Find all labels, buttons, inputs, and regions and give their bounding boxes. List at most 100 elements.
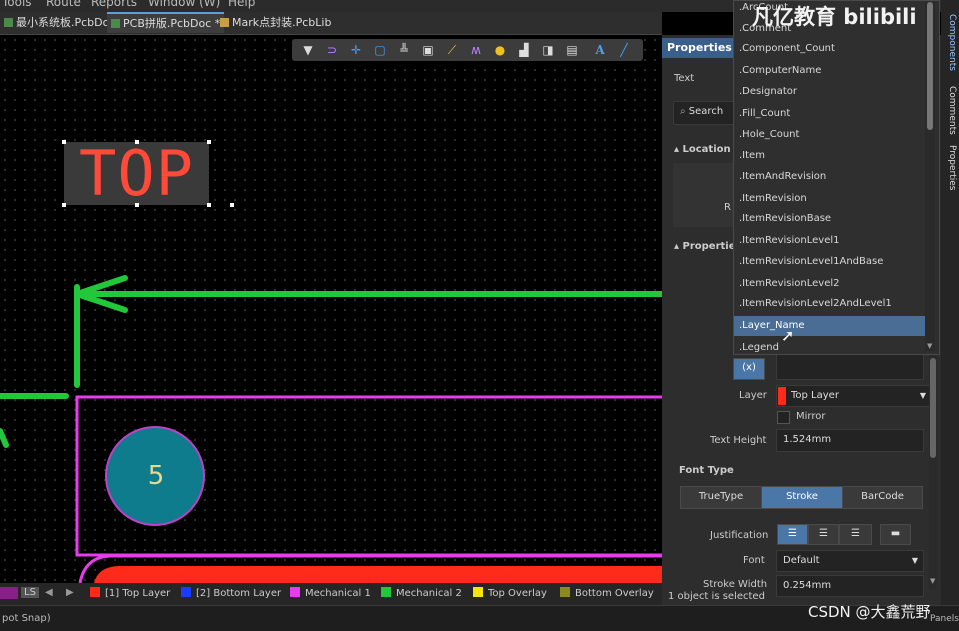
- font-select[interactable]: Default ▼: [776, 550, 924, 572]
- dropdown-scroll-thumb[interactable]: [927, 2, 933, 130]
- search-placeholder: Search: [688, 106, 724, 117]
- arc-icon[interactable]: ʍ: [468, 42, 484, 58]
- justify-center-button[interactable]: ☰: [808, 524, 839, 545]
- dropdown-item[interactable]: .ItemRevisionLevel2: [734, 274, 929, 294]
- align-icon[interactable]: ╩: [396, 42, 412, 58]
- active-bar-toolbar: ▼ ⊃ ✛ ▢ ╩ ▣ ⟋ ʍ ● ▟ ◨ ▤ A ╱: [292, 39, 643, 61]
- justify-right-button[interactable]: ☰: [839, 524, 872, 545]
- pcb-canvas[interactable]: TOP 5: [0, 35, 662, 583]
- fill-icon[interactable]: ▟: [516, 42, 532, 58]
- layer-tab-top[interactable]: [1] Top Layer: [90, 587, 170, 599]
- side-tab-comments[interactable]: Comments: [943, 86, 957, 135]
- layer-tab-mech2[interactable]: Mechanical 2: [381, 587, 462, 599]
- side-tab-components[interactable]: Components: [943, 14, 957, 71]
- menu-window[interactable]: Window (W): [148, 0, 220, 9]
- location-stub: R: [724, 202, 731, 213]
- layer-scroll-right-icon[interactable]: ▶: [66, 587, 74, 598]
- dropdown-item[interactable]: .Designator: [734, 82, 929, 102]
- mirror-checkbox[interactable]: [777, 411, 790, 424]
- stroke-width-input[interactable]: 0.254mm: [776, 575, 924, 597]
- panels-button[interactable]: Panels: [930, 614, 959, 624]
- stroke-button[interactable]: Stroke: [761, 486, 843, 509]
- dropdown-item[interactable]: .ItemRevisionLevel2AndLevel1: [734, 294, 929, 314]
- dropdown-item-selected[interactable]: .Layer_Name: [734, 316, 929, 336]
- dropdown-item[interactable]: .ItemRevision: [734, 189, 929, 209]
- barcode-button[interactable]: BarCode: [842, 486, 923, 509]
- search-input[interactable]: ⌕ Search: [673, 101, 739, 125]
- route-icon[interactable]: ⊃: [324, 42, 340, 58]
- line-icon[interactable]: ╱: [616, 42, 632, 58]
- menu-route[interactable]: Route: [46, 0, 81, 9]
- align-right-icon: ☰: [851, 528, 860, 539]
- chevron-down-icon: ▼: [911, 556, 918, 565]
- layer-scroll-left-icon[interactable]: ◀: [45, 587, 53, 598]
- filter-icon[interactable]: ▼: [300, 42, 316, 58]
- side-tab-properties[interactable]: Properties: [943, 145, 957, 190]
- green-route[interactable]: [0, 275, 662, 448]
- dropdown-item[interactable]: .Legend: [734, 338, 929, 354]
- dropdown-item[interactable]: .Hole_Count: [734, 125, 929, 145]
- layer-tab-top-overlay[interactable]: Top Overlay: [473, 587, 547, 599]
- select-rect-icon[interactable]: ▢: [372, 42, 388, 58]
- pcb-doc-icon: [111, 19, 120, 28]
- text-height-value: 1.524mm: [783, 434, 832, 445]
- top-text-object[interactable]: TOP: [64, 135, 209, 213]
- interactive-route-icon[interactable]: ⟋: [444, 42, 460, 58]
- layer-color-swatch: [381, 587, 391, 597]
- parameter-dropdown[interactable]: .ArcCount .Comment .Component_Count .Com…: [733, 0, 940, 355]
- dropdown-item[interactable]: .Item: [734, 146, 929, 166]
- layer-name: Bottom Overlay: [575, 588, 654, 599]
- stroke-width-label: Stroke Width: [703, 579, 768, 590]
- layer-tab-bottom-overlay[interactable]: Bottom Overlay: [560, 587, 654, 599]
- top-layer-fill: [94, 566, 662, 583]
- text-height-input[interactable]: 1.524mm: [776, 429, 924, 452]
- layer-color-swatch: [560, 587, 570, 597]
- layer-color-swatch: [90, 587, 100, 597]
- dropdown-item[interactable]: .ItemRevisionBase: [734, 209, 929, 229]
- layer-ls-button[interactable]: LS: [21, 587, 39, 598]
- justify-top-button[interactable]: ▬: [880, 524, 911, 545]
- panel-scrollbar[interactable]: [929, 350, 937, 590]
- layer-color-swatch: [181, 587, 191, 597]
- dropdown-item[interactable]: .Fill_Count: [734, 104, 929, 124]
- text-icon[interactable]: A: [592, 42, 608, 58]
- region-icon[interactable]: ◨: [540, 42, 556, 58]
- document-tabs: 最小系统板.PcbDoc PCB拼版.PcbDoc * Mark点封装.PcbL…: [0, 12, 662, 35]
- component-icon[interactable]: ▣: [420, 42, 436, 58]
- truetype-button[interactable]: TrueType: [680, 486, 762, 509]
- section-location[interactable]: ▴ Location: [674, 144, 731, 155]
- dropdown-item[interactable]: .Component_Count: [734, 39, 929, 59]
- layer-color-swatch: [473, 587, 483, 597]
- font-value: Default: [783, 555, 820, 566]
- tab-mark-lib[interactable]: Mark点封装.PcbLib: [216, 12, 335, 33]
- dropdown-item[interactable]: .ItemAndRevision: [734, 167, 929, 187]
- tab-min-system[interactable]: 最小系统板.PcbDoc: [0, 12, 119, 33]
- tab-label: Mark点封装.PcbLib: [232, 16, 332, 29]
- layer-set-swatch[interactable]: [0, 587, 18, 599]
- layer-tab-mech1[interactable]: Mechanical 1: [290, 587, 371, 599]
- snap-status: pot Snap): [2, 613, 51, 624]
- menu-reports[interactable]: Reports: [91, 0, 137, 9]
- graph-icon[interactable]: ▤: [564, 42, 580, 58]
- mirror-label: Mirror: [796, 411, 826, 422]
- menu-tools[interactable]: Tools: [2, 0, 32, 9]
- scroll-down-arrow-icon[interactable]: ▼: [930, 577, 935, 585]
- via-icon[interactable]: ●: [492, 42, 508, 58]
- layer-tab-bottom[interactable]: [2] Bottom Layer: [181, 587, 281, 599]
- section-properties[interactable]: ▴ Properties: [674, 241, 741, 252]
- mouse-cursor-icon: ➚: [781, 326, 795, 345]
- dropdown-item[interactable]: .ComputerName: [734, 61, 929, 81]
- text-value-field[interactable]: [776, 354, 924, 380]
- dropdown-item[interactable]: .ItemRevisionLevel1: [734, 231, 929, 251]
- cross-icon[interactable]: ✛: [348, 42, 364, 58]
- tab-label: PCB拼版.PcbDoc *: [123, 17, 221, 30]
- dropdown-item[interactable]: .ItemRevisionLevel1AndBase: [734, 252, 929, 272]
- fx-button[interactable]: (x): [733, 358, 765, 380]
- dropdown-scroll-down-icon[interactable]: ▼: [927, 342, 932, 350]
- layer-select[interactable]: Top Layer ▼: [776, 385, 932, 407]
- panel-scroll-thumb[interactable]: [930, 358, 936, 458]
- tab-panelization[interactable]: PCB拼版.PcbDoc *: [107, 12, 225, 33]
- layer-label: Layer: [739, 390, 767, 401]
- menu-help[interactable]: Help: [228, 0, 255, 9]
- justify-left-button[interactable]: ☰: [777, 524, 808, 545]
